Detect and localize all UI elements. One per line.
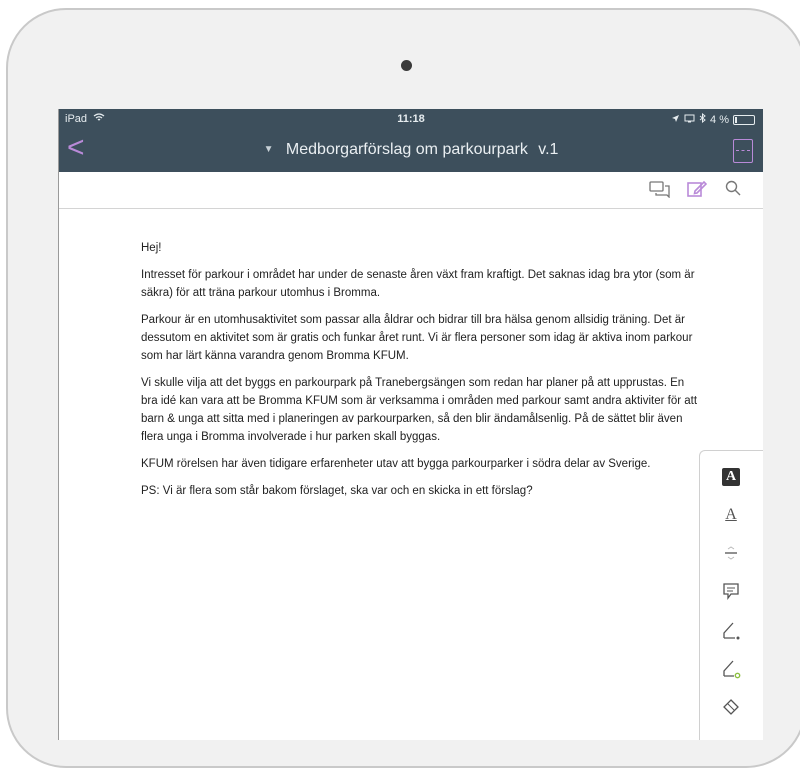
annotation-toolbar: A A	[699, 450, 763, 740]
battery-percent: 4 %	[710, 113, 729, 126]
highlight-text-icon[interactable]: A	[716, 465, 746, 489]
comments-icon[interactable]	[649, 180, 670, 199]
document-outline-icon[interactable]	[733, 139, 753, 163]
note-icon[interactable]	[716, 579, 746, 603]
search-icon[interactable]	[725, 180, 745, 198]
status-time: 11:18	[397, 113, 425, 125]
paragraph: KFUM rörelsen har även tidigare erfarenh…	[141, 458, 651, 470]
highlighter-pen-icon[interactable]	[716, 657, 746, 681]
freehand-pen-icon[interactable]	[716, 619, 746, 643]
document-title-text: Medborgarförslag om parkourpark	[285, 141, 528, 158]
edit-icon[interactable]	[687, 180, 708, 198]
paragraph: PS: Vi är flera som står bakom förslaget…	[141, 485, 533, 497]
document-version: v.1	[538, 141, 559, 158]
top-bar: iPad 11:18 4 % < ▼ Medborgarförslag om p…	[59, 109, 763, 172]
navigation-bar: < ▼ Medborgarförslag om parkourpark v.1	[59, 131, 763, 171]
document-toolbar	[59, 172, 763, 209]
chevron-down-icon: ▼	[263, 144, 274, 156]
underline-text-icon[interactable]: A	[716, 503, 746, 527]
strikethrough-text-icon[interactable]	[716, 541, 746, 565]
front-camera	[401, 60, 412, 71]
paragraph: Intresset för parkour i området har unde…	[141, 269, 695, 299]
paragraph: Parkour är en utomhusaktivitet som passa…	[141, 314, 693, 362]
ipad-screen: iPad 11:18 4 % < ▼ Medborgarförslag om p…	[58, 109, 763, 740]
screen-mirroring-icon	[684, 114, 695, 126]
eraser-icon[interactable]	[716, 695, 746, 719]
document-body: Hej! Intresset för parkour i området har…	[141, 239, 701, 509]
paragraph: Vi skulle vilja att det byggs en parkour…	[141, 377, 698, 443]
document-title[interactable]: ▼ Medborgarförslag om parkourpark v.1	[59, 141, 763, 159]
battery-icon	[733, 114, 755, 125]
location-icon	[671, 114, 680, 126]
bluetooth-icon	[699, 112, 706, 126]
underline-text-label: A	[725, 506, 737, 523]
status-right: 4 %	[671, 112, 755, 126]
paragraph: Hej!	[141, 242, 162, 254]
status-bar: iPad 11:18 4 %	[59, 109, 763, 129]
highlight-text-label: A	[722, 468, 740, 486]
